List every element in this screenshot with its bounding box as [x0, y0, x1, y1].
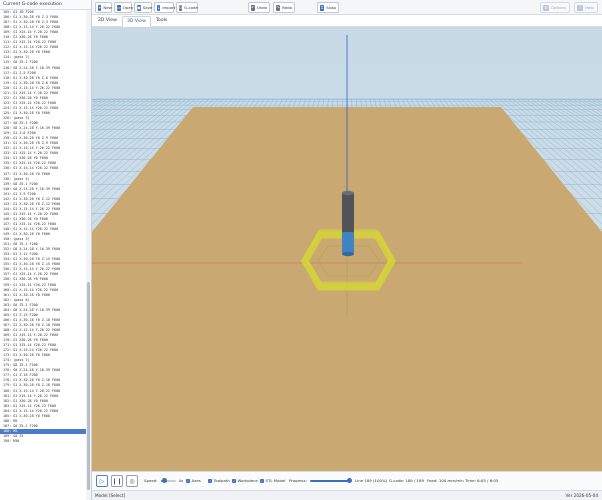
line-readout: Line 189 (100%) [355, 478, 388, 483]
folder-open-icon: ▭ [117, 4, 121, 11]
stop-button[interactable]: ◎ [126, 475, 138, 487]
help-icon: ? [577, 4, 583, 11]
gcode-icon: G [179, 4, 183, 11]
status-bar: Model [Select] Ver 2026-05-04 [92, 490, 602, 500]
checkbox-icon: ✓ [186, 478, 190, 483]
gcode-panel: Current G-code execution 105: G1 Z0 F200… [0, 0, 92, 500]
view-tabs: 2D View 3D View Tools [92, 15, 602, 27]
toolbar: + New ▭ Open ▣ Save ↓ Import G G-code ↶ Undo ↷… [92, 0, 602, 15]
playback-bar: ▷ ❙❙ ◎ Speed: 4x ✓ Axes ✓ Toolpath ✓ Workpi… [92, 471, 602, 490]
3d-viewport[interactable] [92, 27, 602, 471]
version-label: Ver 2026-05-04 [565, 493, 598, 498]
gcode-scrollbar-thumb[interactable] [87, 282, 90, 490]
time-readout: Time: 6:05 / 6:05 [465, 478, 499, 483]
speed-control: Speed: 4x [144, 478, 183, 483]
snap-button[interactable]: ⌗ Snap [317, 2, 339, 13]
feed-readout: Feed: 100 mm/min [427, 478, 464, 483]
redo-icon: ↷ [276, 4, 281, 11]
play-button[interactable]: ▷ [96, 475, 108, 487]
new-file-icon: + [98, 4, 102, 11]
speed-slider[interactable] [160, 478, 176, 483]
checkbox-icon: ✓ [260, 478, 264, 483]
open-button[interactable]: ▭ Open [114, 2, 133, 13]
progress-slider-knob[interactable] [347, 478, 353, 483]
play-icon: ▷ [99, 478, 105, 485]
speed-value: 4x [178, 478, 184, 483]
pause-icon: ❙❙ [112, 478, 123, 485]
progress-slider[interactable] [309, 478, 353, 483]
tab-tools[interactable]: Tools [152, 16, 171, 27]
toolpath-checkbox[interactable]: ✓ Toolpath [208, 478, 230, 483]
tab-2d-view[interactable]: 2D View [94, 16, 121, 27]
gcode-list[interactable]: 105: G1 Z0 F200 106: G1 X-30.28 Y0 Z-3 F6… [0, 10, 86, 500]
snap-icon: ⌗ [320, 4, 325, 11]
gcode-panel-title: Current G-code execution [0, 0, 91, 10]
options-button[interactable]: ⚙ Options [540, 2, 570, 13]
import-button[interactable]: ↓ Import [154, 2, 175, 13]
mode-indicator: Model [Select] [95, 493, 126, 498]
stop-icon: ◎ [129, 478, 135, 485]
import-icon: ↓ [157, 4, 161, 11]
pause-button[interactable]: ❙❙ [111, 475, 123, 487]
tab-3d-view[interactable]: 3D View [122, 16, 151, 27]
redo-button[interactable]: ↷ Redo [273, 2, 295, 13]
progress-control: Progress: [289, 478, 353, 483]
undo-button[interactable]: ↶ Undo [248, 2, 270, 13]
save-icon: ▣ [137, 4, 141, 11]
help-button[interactable]: ? Help [574, 2, 598, 13]
gcode-readout: G-code: 189 / 189 [389, 478, 424, 483]
gear-icon: ⚙ [543, 4, 549, 11]
cutting-tool [342, 190, 354, 257]
undo-icon: ↶ [251, 4, 255, 11]
save-button[interactable]: ▣ Save [134, 2, 152, 13]
speed-slider-knob[interactable] [161, 478, 167, 483]
progress-label: Progress: [289, 478, 307, 483]
speed-label: Speed: [144, 478, 158, 483]
gcode-button[interactable]: G G-code [176, 2, 198, 13]
checkbox-icon: ✓ [208, 478, 212, 483]
axes-checkbox[interactable]: ✓ Axes [186, 478, 201, 483]
gcode-line[interactable]: 190: M30 [0, 439, 86, 444]
checkbox-icon: ✓ [232, 478, 236, 483]
new-button[interactable]: + New [95, 2, 112, 13]
stl-model-checkbox[interactable]: ✓ STL Model [260, 478, 285, 483]
workpiece-checkbox[interactable]: ✓ Workpiece [232, 478, 258, 483]
